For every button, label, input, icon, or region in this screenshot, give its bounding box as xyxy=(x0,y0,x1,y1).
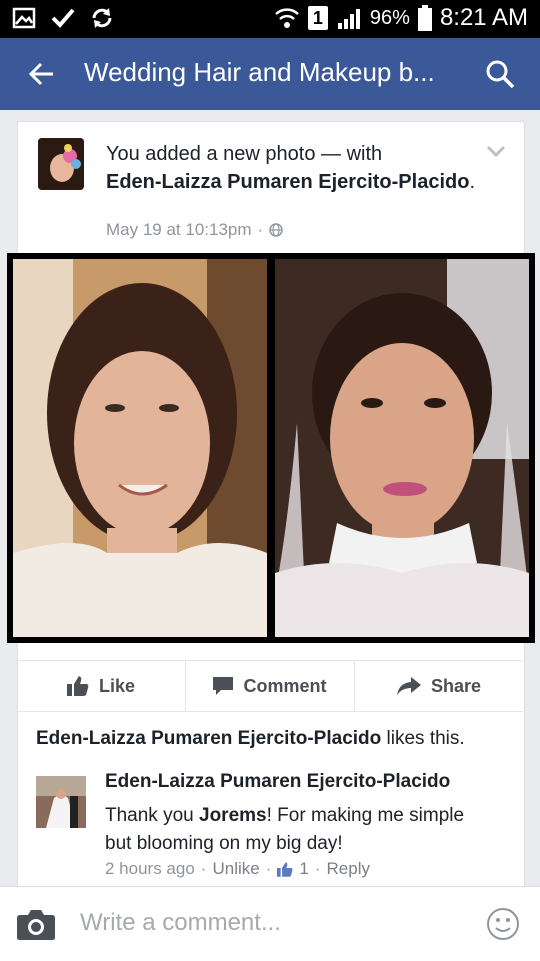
sync-icon xyxy=(92,8,112,28)
status-right: 1 96% 8:21 AM xyxy=(274,4,528,32)
like-label: Like xyxy=(98,675,136,696)
check-icon xyxy=(51,8,75,28)
wifi-icon xyxy=(275,8,299,28)
meta-dot: · xyxy=(257,220,264,239)
status-bar: 1 96% 8:21 AM xyxy=(0,0,540,38)
before-photo xyxy=(13,259,267,637)
comment-label: Comment xyxy=(243,675,327,696)
liker-name[interactable]: Eden-Laizza Pumaren Ejercito-Placido xyxy=(36,728,381,749)
post-meta: May 19 at 10:13pm · xyxy=(106,220,283,240)
comment-time: 2 hours ago xyxy=(105,859,195,878)
clock: 8:21 AM xyxy=(439,4,528,31)
post-photo[interactable] xyxy=(7,253,535,643)
comment-body: Thank you Jorems! For making me simple b… xyxy=(105,802,485,858)
sim-indicator: 1 xyxy=(307,6,328,30)
meta-dot: · xyxy=(200,859,207,878)
meta-dot: · xyxy=(314,859,321,878)
like-icon xyxy=(66,676,89,696)
comment-text-pre: Thank you xyxy=(105,805,199,826)
battery-icon xyxy=(417,5,432,31)
post-prefix: You added a new photo — with xyxy=(106,143,383,165)
battery-percent: 96% xyxy=(369,6,410,29)
signal-icon xyxy=(337,9,360,29)
comment-button[interactable]: Comment xyxy=(186,661,355,711)
chevron-down-icon[interactable] xyxy=(486,144,506,158)
back-arrow-icon[interactable] xyxy=(26,58,58,90)
comment-input[interactable]: Write a comment... xyxy=(80,909,281,937)
globe-icon xyxy=(269,223,283,237)
search-icon[interactable] xyxy=(484,58,516,90)
smiley-icon[interactable] xyxy=(486,907,520,941)
unlike-link[interactable]: Unlike xyxy=(212,859,259,879)
likes-summary[interactable]: Eden-Laizza Pumaren Ejercito-Placido lik… xyxy=(36,728,465,750)
share-label: Share xyxy=(430,675,482,696)
like-icon xyxy=(277,861,293,877)
comment-icon xyxy=(213,677,234,695)
post-actions: Like Comment Share xyxy=(17,660,523,712)
post-suffix: . xyxy=(469,171,475,193)
after-photo xyxy=(275,259,529,637)
comment-composer: Write a comment... xyxy=(0,886,540,961)
comment-meta: 2 hours ago · Unlike · 1 · Reply xyxy=(105,859,370,879)
likes-text: likes this. xyxy=(381,728,465,749)
tagged-person-link[interactable]: Eden-Laizza Pumaren Ejercito-Placido xyxy=(106,171,469,193)
like-button[interactable]: Like xyxy=(17,661,186,711)
post-header-text: You added a new photo — with Eden-Laizza… xyxy=(106,140,486,196)
comment-like-count[interactable]: 1 xyxy=(299,859,308,879)
camera-icon[interactable] xyxy=(16,907,56,941)
reply-link[interactable]: Reply xyxy=(327,859,370,879)
share-button[interactable]: Share xyxy=(355,661,523,711)
page-avatar[interactable] xyxy=(38,138,84,190)
meta-dot: · xyxy=(265,859,272,878)
app-bar: Wedding Hair and Makeup b... xyxy=(0,38,540,110)
share-icon xyxy=(396,677,421,695)
page-title: Wedding Hair and Makeup b... xyxy=(84,57,435,87)
comment-author[interactable]: Eden-Laizza Pumaren Ejercito-Placido xyxy=(105,771,450,793)
commenter-avatar[interactable] xyxy=(36,776,86,828)
post-date[interactable]: May 19 at 10:13pm xyxy=(106,220,252,240)
comment-mention[interactable]: Jorems xyxy=(199,805,267,826)
status-left xyxy=(12,6,114,30)
gallery-icon xyxy=(12,7,36,29)
